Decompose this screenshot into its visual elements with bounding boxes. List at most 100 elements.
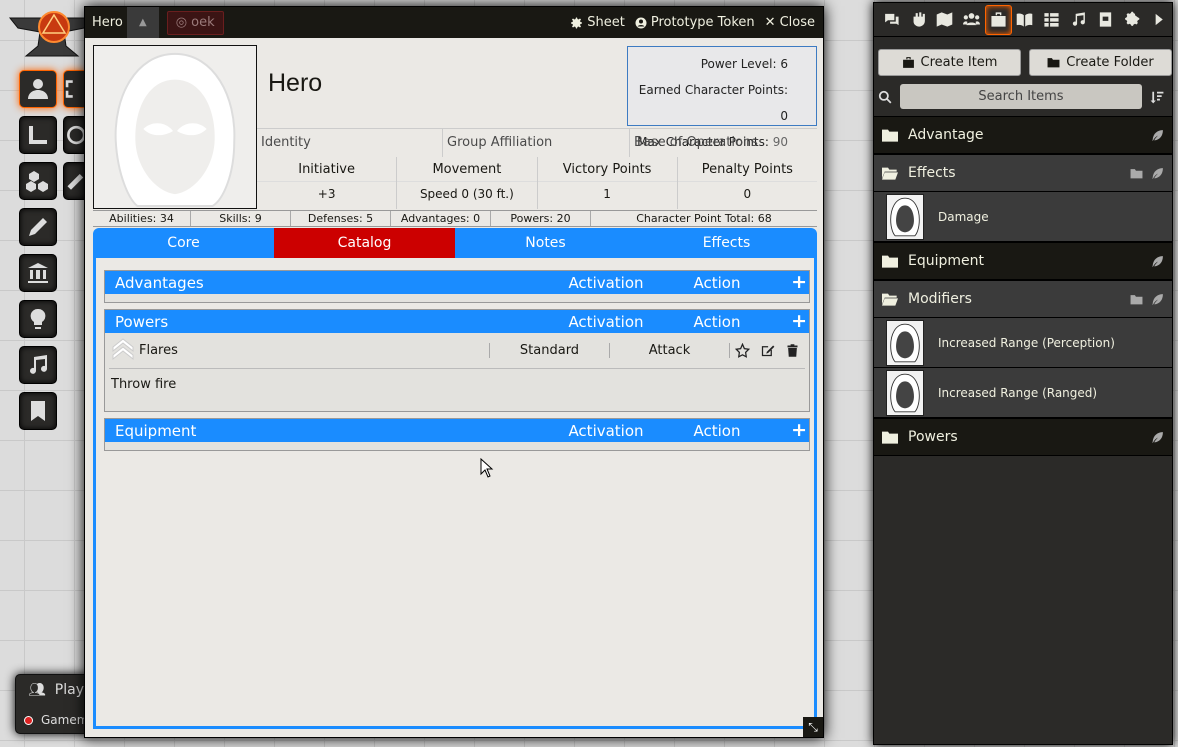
close-icon: ✕: [764, 15, 776, 30]
token-badge-label: oek: [191, 15, 215, 30]
prototype-token-link[interactable]: Prototype Token: [635, 15, 755, 30]
create-item-label: Create Item: [920, 55, 998, 70]
minimize-button[interactable]: ▲: [126, 7, 159, 38]
points-summary-row: Abilities: 34 Skills: 9 Defenses: 5 Adva…: [93, 210, 817, 227]
hooded-figure-icon: [114, 52, 236, 208]
tab-journal[interactable]: [1012, 5, 1039, 35]
walls-controls-button[interactable]: [19, 254, 57, 292]
sheet-config-link[interactable]: Sheet: [571, 15, 625, 30]
tab-catalog[interactable]: Catalog: [274, 228, 455, 258]
book-open-icon: [1017, 13, 1033, 27]
collapse-sidebar-button[interactable]: [1145, 5, 1172, 35]
identity-row: Identity Group Affiliation Base of Opera…: [257, 128, 817, 157]
sort-icon[interactable]: [1150, 90, 1164, 104]
item-increased-range-perception[interactable]: Increased Range (Perception): [874, 318, 1172, 368]
user-circle-icon: [635, 17, 647, 28]
trash-icon[interactable]: [785, 343, 800, 358]
advantages-title: Advantages: [115, 273, 204, 292]
tape-button[interactable]: [63, 162, 85, 200]
notes-controls-button[interactable]: [19, 392, 57, 430]
power-name[interactable]: Flares: [109, 338, 489, 361]
sheet-tabs: Core Catalog Notes Effects: [93, 228, 817, 258]
equipment-header: Equipment Activation Action +: [105, 419, 809, 442]
close-link[interactable]: ✕ Close: [765, 15, 815, 30]
folder-icon: [1047, 58, 1060, 68]
folder-advantage[interactable]: Advantage: [874, 116, 1172, 154]
tab-playlists[interactable]: [1065, 5, 1092, 35]
add-power-button[interactable]: +: [791, 311, 807, 331]
folder-plus-icon[interactable]: [1130, 293, 1143, 306]
mouse-cursor-icon: [480, 458, 494, 478]
tab-items[interactable]: [984, 4, 1012, 35]
create-folder-button[interactable]: Create Folder: [1029, 49, 1172, 76]
movement-stat: Movement Speed 0 (30 ft.): [396, 157, 537, 209]
window-title: Hero: [92, 15, 123, 30]
add-advantage-button[interactable]: +: [791, 272, 807, 292]
item-increased-range-perception-label: Increased Range (Perception): [938, 335, 1115, 350]
create-item-button[interactable]: Create Item: [878, 49, 1021, 76]
tab-notes[interactable]: Notes: [455, 228, 636, 258]
tab-effects[interactable]: Effects: [636, 228, 817, 258]
tab-tables[interactable]: [1038, 5, 1065, 35]
players-list[interactable]: 👥︎ Play Gamem: [15, 674, 95, 734]
suitcase-icon: [991, 12, 1006, 27]
folder-plus-icon[interactable]: [1130, 167, 1143, 180]
tab-settings[interactable]: [1119, 5, 1146, 35]
edit-icon[interactable]: [760, 343, 775, 358]
tiles-controls-button[interactable]: [19, 162, 57, 200]
feather-icon[interactable]: [1151, 255, 1164, 268]
token-controls-button[interactable]: [19, 70, 57, 108]
character-name[interactable]: Hero: [268, 69, 322, 98]
powers-header: Powers Activation Action +: [105, 310, 809, 333]
folder-icon: [882, 129, 898, 142]
initiative-label[interactable]: Initiative: [257, 162, 396, 177]
folder-powers-label: Powers: [908, 429, 958, 445]
feather-icon[interactable]: [1151, 167, 1164, 180]
tab-chat[interactable]: [878, 5, 905, 35]
folder-effects[interactable]: Effects: [874, 154, 1172, 192]
power-action: Attack: [609, 343, 729, 358]
penalty-points-value[interactable]: 0: [677, 181, 817, 201]
folder-advantage-label: Advantage: [908, 127, 984, 143]
target-button[interactable]: [63, 116, 85, 154]
power-level-value[interactable]: 6: [780, 57, 788, 71]
drawing-controls-button[interactable]: [19, 208, 57, 246]
tab-compendium[interactable]: [1092, 5, 1119, 35]
feather-icon[interactable]: [1151, 129, 1164, 142]
identity-field[interactable]: Identity: [257, 129, 443, 157]
lighting-controls-button[interactable]: [19, 300, 57, 338]
power-description: Throw fire: [111, 377, 177, 392]
feather-icon[interactable]: [1151, 293, 1164, 306]
item-damage[interactable]: Damage: [874, 192, 1172, 242]
comments-icon: [884, 13, 899, 26]
tab-actors[interactable]: [958, 5, 985, 35]
earned-points-value[interactable]: 0: [780, 109, 788, 123]
victory-points-value[interactable]: 1: [537, 181, 677, 201]
add-equipment-button[interactable]: +: [791, 420, 807, 440]
resize-handle[interactable]: ⤡: [803, 717, 823, 737]
select-tokens-button[interactable]: [63, 70, 85, 108]
tab-combat[interactable]: [905, 5, 932, 35]
sounds-controls-button[interactable]: [19, 346, 57, 384]
hooded-figure-icon: [886, 369, 924, 416]
summary-defenses: Defenses: 5: [291, 211, 391, 226]
base-of-operations-field[interactable]: Base of Operations: [630, 129, 817, 157]
prototype-token-label: Prototype Token: [650, 15, 755, 30]
folder-powers[interactable]: Powers: [874, 418, 1172, 456]
search-input[interactable]: Search Items: [900, 84, 1142, 109]
character-portrait[interactable]: [93, 45, 257, 209]
token-badge[interactable]: ◎ oek: [166, 10, 224, 35]
equipment-action-header: Action: [693, 421, 741, 440]
power-item-row[interactable]: Flares Standard Attack: [109, 333, 805, 369]
folder-equipment[interactable]: Equipment: [874, 242, 1172, 280]
tab-core[interactable]: Core: [93, 228, 274, 258]
tab-scenes[interactable]: [931, 5, 958, 35]
measure-controls-button[interactable]: [19, 116, 57, 154]
feather-icon[interactable]: [1151, 431, 1164, 444]
group-affiliation-field[interactable]: Group Affiliation: [443, 129, 630, 157]
item-increased-range-ranged[interactable]: Increased Range (Ranged): [874, 368, 1172, 418]
star-icon[interactable]: [735, 343, 750, 358]
folder-modifiers[interactable]: Modifiers: [874, 280, 1172, 318]
initiative-stat: Initiative +3: [257, 157, 397, 209]
window-header[interactable]: Hero ▲ ◎ oek Sheet Prototype Token ✕ Clo…: [85, 7, 823, 38]
